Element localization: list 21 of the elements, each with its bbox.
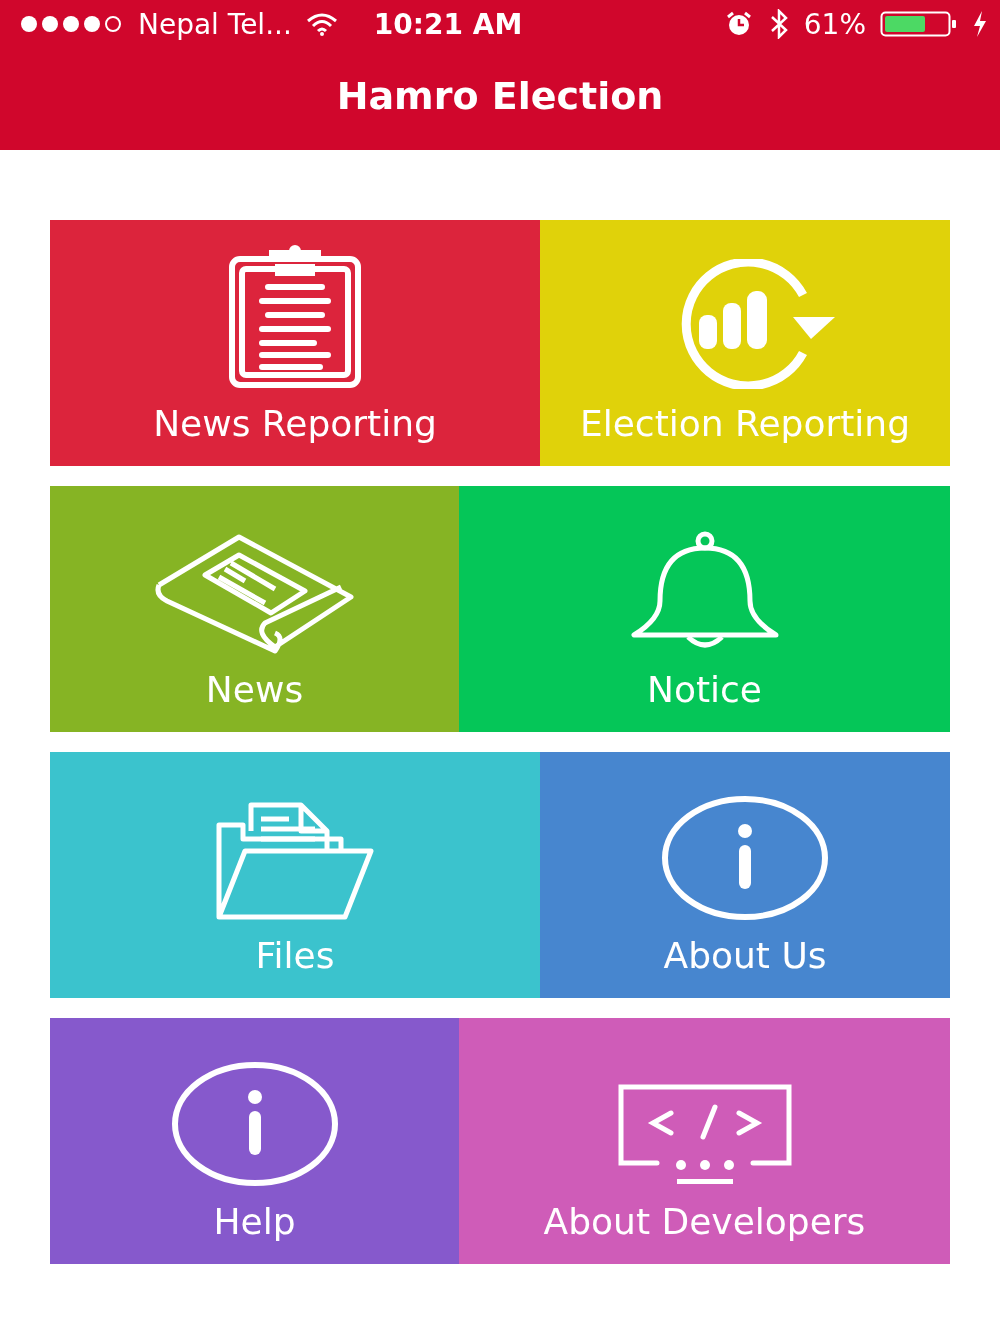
- newspaper-icon: [154, 533, 355, 655]
- signal-icon: [20, 15, 124, 33]
- status-time: 10:21 AM: [373, 7, 523, 41]
- wifi-icon: [305, 12, 338, 36]
- battery-icon: [880, 11, 958, 37]
- charging-icon: [972, 10, 988, 38]
- menu-tile[interactable]: About Developers: [459, 1018, 950, 1264]
- clipboard-icon: [228, 245, 362, 389]
- folder-icon: [215, 801, 375, 921]
- app-title: Hamro Election: [335, 73, 665, 118]
- menu-tile[interactable]: News Reporting: [50, 220, 540, 466]
- menu-tile[interactable]: Notice: [459, 486, 950, 732]
- carrier-name: Nepal Tel...: [138, 7, 292, 41]
- menu-tile[interactable]: Files: [50, 752, 540, 998]
- info-icon: [170, 1061, 339, 1187]
- info-icon: [661, 795, 829, 921]
- menu-tile[interactable]: News: [50, 486, 459, 732]
- menu-tile[interactable]: Help: [50, 1018, 459, 1264]
- menu-tile[interactable]: About Us: [540, 752, 950, 998]
- battery-percent: 61%: [803, 7, 866, 41]
- monitor-code-icon: [616, 1083, 793, 1187]
